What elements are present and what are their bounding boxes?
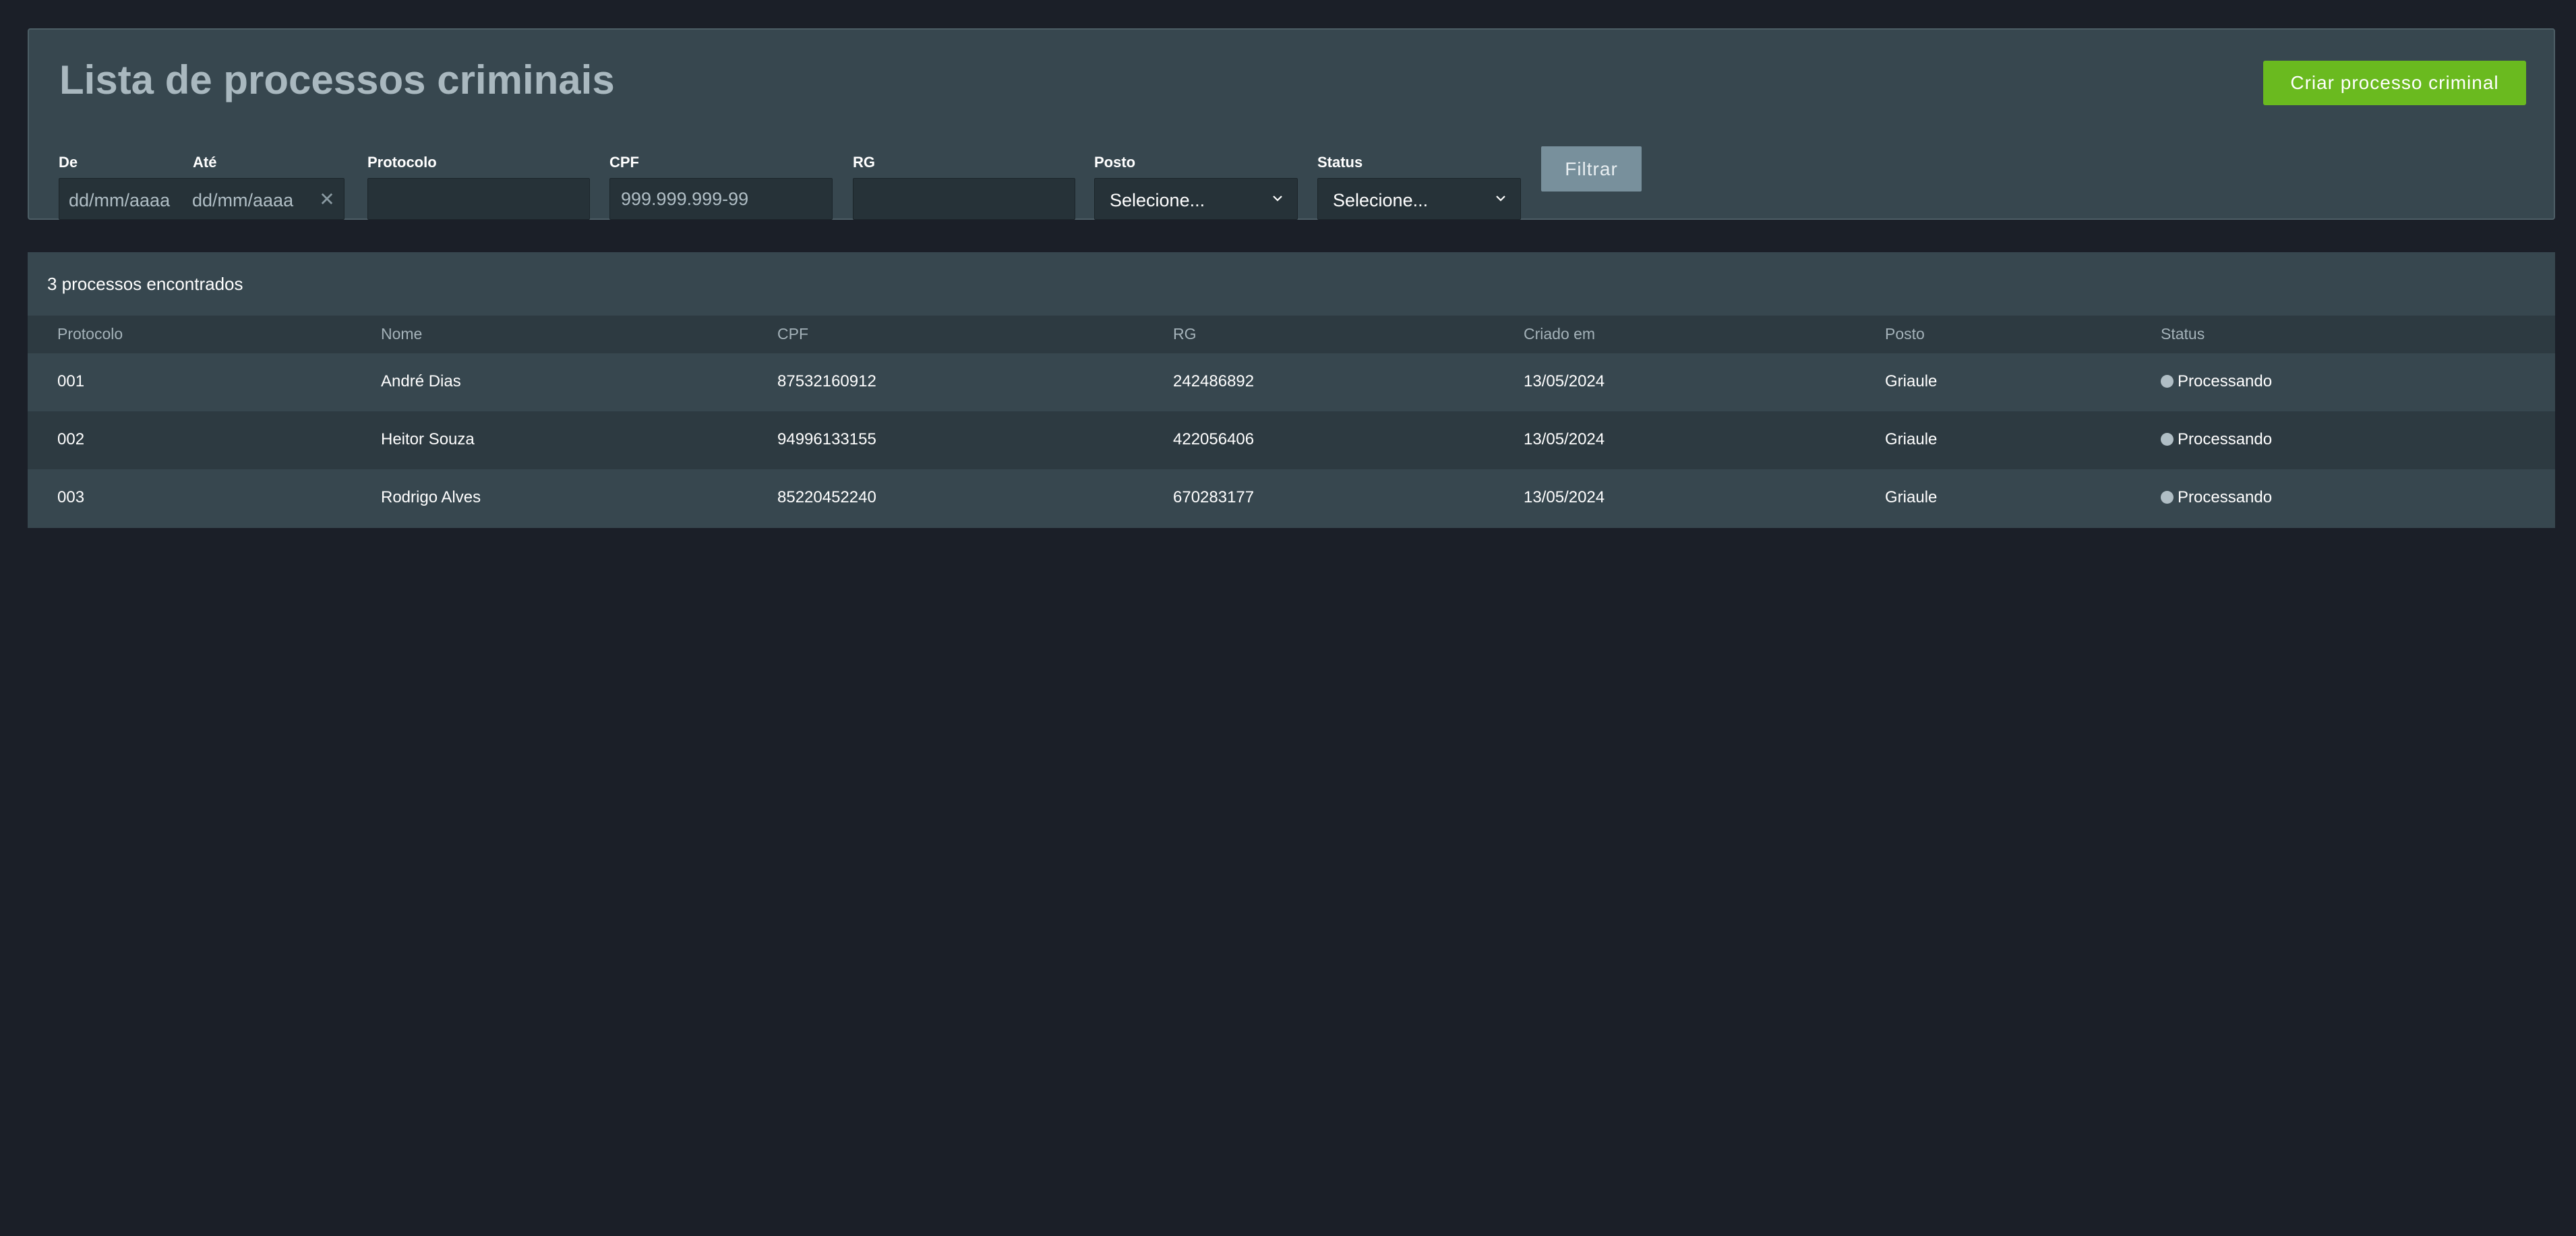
status-text: Processando [2178,372,2273,390]
table-row[interactable]: 001 André Dias 87532160912 242486892 13/… [28,353,2555,411]
posto-label: Posto [1094,154,1136,171]
cell-status: Processando [2161,430,2272,449]
filter-panel: Lista de processos criminais Criar proce… [28,28,2555,220]
filter-button[interactable]: Filtrar [1541,146,1642,192]
posto-select[interactable]: Selecione... [1094,178,1298,220]
column-header-status[interactable]: Status [2161,325,2205,343]
rg-label: RG [853,154,875,171]
column-header-nome[interactable]: Nome [381,325,422,343]
posto-select-value: Selecione... [1110,190,1205,210]
table-row[interactable]: 003 Rodrigo Alves 85220452240 670283177 … [28,469,2555,527]
cell-posto: Griaule [1885,430,1938,448]
date-range-picker[interactable]: dd/mm/aaaa dd/mm/aaaa ✕ [59,178,345,220]
date-from-input[interactable]: dd/mm/aaaa [69,190,170,211]
column-header-criado-em[interactable]: Criado em [1524,325,1595,343]
cell-posto: Griaule [1885,488,1938,506]
date-from-label: De [59,154,78,171]
column-header-protocolo[interactable]: Protocolo [57,325,123,343]
cell-cpf: 94996133155 [777,430,876,448]
cell-protocolo: 002 [57,430,85,448]
date-to-input[interactable]: dd/mm/aaaa [192,190,293,211]
date-to-label: Até [193,154,217,171]
cell-status: Processando [2161,372,2272,391]
table-row[interactable]: 002 Heitor Souza 94996133155 422056406 1… [28,411,2555,469]
cell-status: Processando [2161,488,2272,507]
status-dot-icon [2161,433,2174,446]
cell-posto: Griaule [1885,372,1938,390]
status-dot-icon [2161,375,2174,388]
cell-criado-em: 13/05/2024 [1524,430,1605,448]
cell-cpf: 85220452240 [777,488,876,506]
cell-nome: Rodrigo Alves [381,488,481,506]
cell-nome: Heitor Souza [381,430,475,448]
cell-protocolo: 003 [57,488,85,506]
status-text: Processando [2178,430,2273,448]
column-header-cpf[interactable]: CPF [777,325,808,343]
chevron-down-icon [1273,196,1282,202]
status-select[interactable]: Selecione... [1317,178,1521,220]
cell-rg: 242486892 [1173,372,1255,390]
rg-input[interactable] [853,178,1075,220]
status-label: Status [1317,154,1363,171]
column-header-rg[interactable]: RG [1173,325,1197,343]
cell-criado-em: 13/05/2024 [1524,488,1605,506]
table-header: Protocolo Nome CPF RG Criado em Posto St… [28,316,2555,353]
cpf-label: CPF [609,154,639,171]
cell-nome: André Dias [381,372,461,390]
results-panel: 3 processos encontrados Protocolo Nome C… [28,252,2555,528]
protocolo-input[interactable] [367,178,590,220]
results-count: 3 processos encontrados [47,274,243,294]
status-select-value: Selecione... [1333,190,1429,210]
cell-rg: 670283177 [1173,488,1255,506]
column-header-posto[interactable]: Posto [1885,325,1925,343]
cell-rg: 422056406 [1173,430,1255,448]
clear-date-icon[interactable]: ✕ [318,189,336,210]
create-criminal-process-button[interactable]: Criar processo criminal [2263,61,2526,105]
cell-cpf: 87532160912 [777,372,876,390]
cpf-input[interactable] [609,178,833,220]
page-title: Lista de processos criminais [59,57,615,102]
status-dot-icon [2161,491,2174,504]
cell-criado-em: 13/05/2024 [1524,372,1605,390]
protocolo-label: Protocolo [367,154,437,171]
status-text: Processando [2178,488,2273,506]
cell-protocolo: 001 [57,372,85,390]
chevron-down-icon [1496,196,1505,202]
